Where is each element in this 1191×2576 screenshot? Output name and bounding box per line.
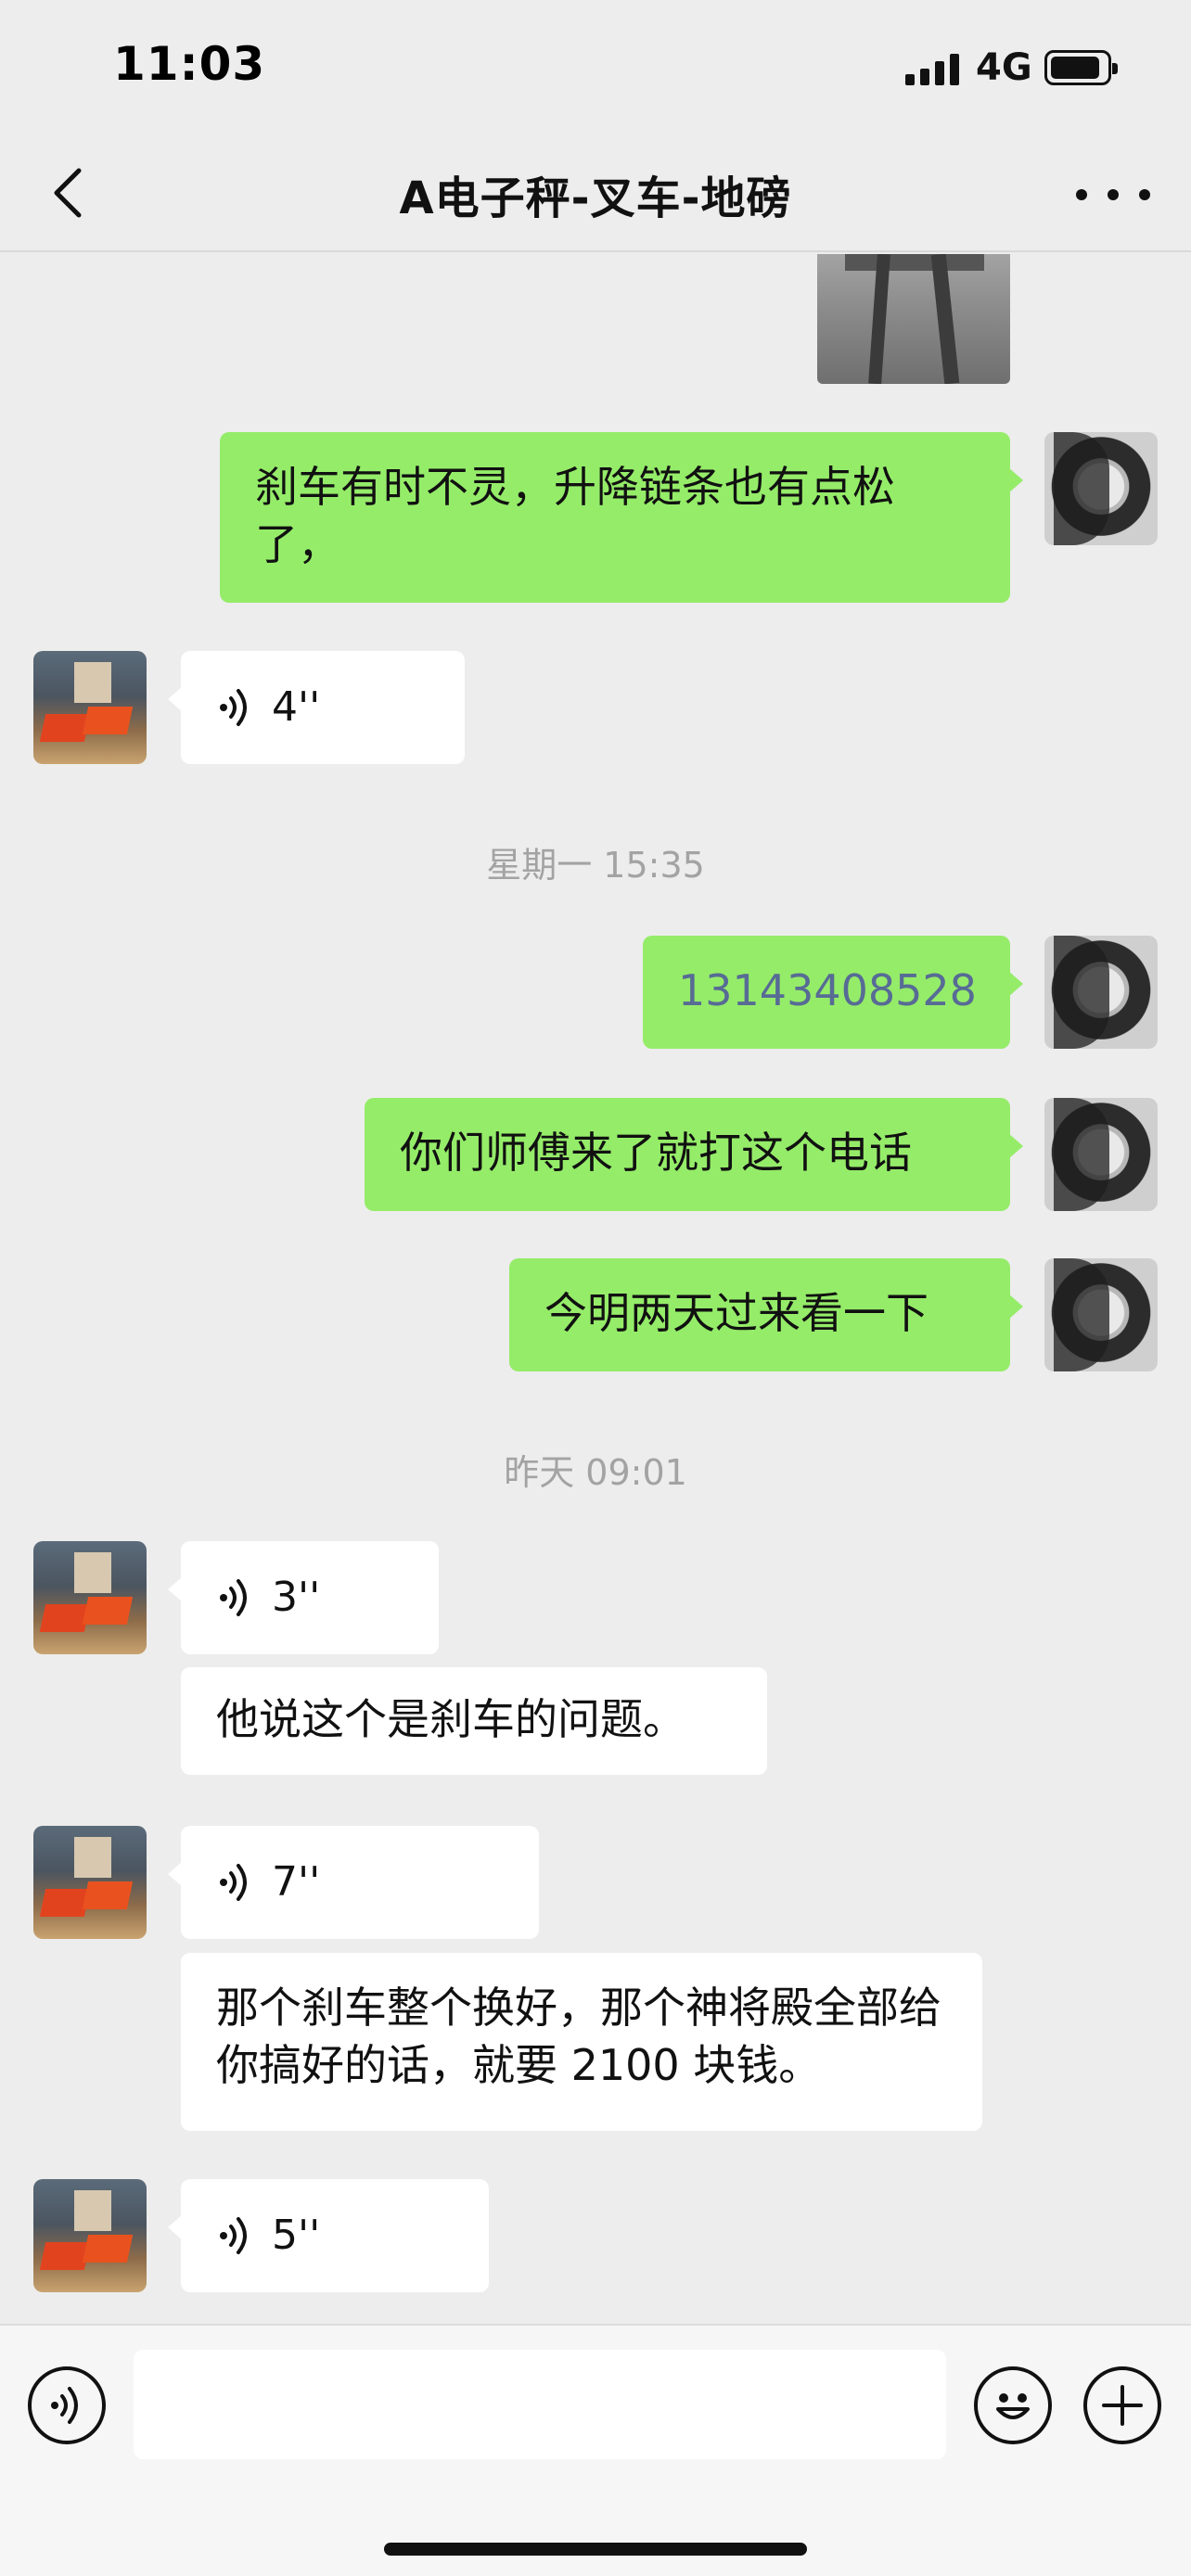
voice-message[interactable]: 3'' bbox=[168, 1541, 439, 1654]
contact-avatar[interactable] bbox=[33, 651, 147, 764]
message-text: 刹车有时不灵，升降链条也有点松了， bbox=[255, 462, 895, 569]
voice-icon bbox=[220, 1579, 247, 1616]
message-input[interactable] bbox=[134, 2350, 946, 2459]
emoji-button[interactable] bbox=[974, 2366, 1052, 2444]
contact-message-bubble[interactable]: 他说这个是刹车的问题。 bbox=[181, 1667, 767, 1775]
contact-avatar[interactable] bbox=[33, 2179, 147, 2292]
status-bar: 11:03 4G bbox=[0, 0, 1191, 139]
voice-icon bbox=[220, 1864, 247, 1901]
my-avatar[interactable] bbox=[1044, 1098, 1158, 1211]
message-list[interactable]: 刹车有时不灵，升降链条也有点松了， 4'' 星期一 15:35 13143408… bbox=[0, 254, 1191, 2322]
image-message[interactable] bbox=[817, 254, 1010, 384]
voice-input-button[interactable] bbox=[28, 2366, 106, 2444]
my-message-bubble[interactable]: 今明两天过来看一下 bbox=[509, 1258, 1023, 1371]
voice-input-icon bbox=[51, 2387, 78, 2424]
my-message-bubble[interactable]: 13143408528 bbox=[643, 936, 1023, 1049]
voice-duration: 3'' bbox=[272, 1574, 321, 1621]
plus-button[interactable] bbox=[1083, 2366, 1161, 2444]
chevron-left-icon bbox=[54, 168, 82, 218]
status-time: 11:03 bbox=[113, 37, 266, 91]
message-text: 今明两天过来看一下 bbox=[544, 1288, 928, 1338]
voice-duration: 7'' bbox=[272, 1858, 321, 1906]
contact-avatar[interactable] bbox=[33, 1541, 147, 1654]
voice-icon bbox=[220, 2217, 247, 2254]
timestamp: 星期一 15:35 bbox=[486, 845, 705, 886]
input-bar bbox=[0, 2324, 1191, 2576]
chat-title: A电子秤-叉车-地磅 bbox=[399, 172, 792, 224]
battery-icon bbox=[1044, 50, 1118, 85]
phone-number-link[interactable]: 13143408528 bbox=[643, 936, 1010, 1045]
emoji-icon bbox=[996, 2393, 1030, 2419]
voice-message[interactable]: 7'' bbox=[168, 1826, 539, 1939]
plus-icon bbox=[1102, 2385, 1143, 2426]
more-icon bbox=[1076, 189, 1087, 200]
voice-message[interactable]: 4'' bbox=[168, 651, 465, 764]
signal-icon bbox=[905, 54, 961, 85]
more-button[interactable] bbox=[1076, 176, 1150, 213]
back-button[interactable] bbox=[37, 163, 96, 223]
contact-message-bubble[interactable]: 那个刹车整个换好，那个神将殿全部给你搞好的话，就要 2100 块钱。 bbox=[181, 1953, 982, 2131]
message-text: 你们师傅来了就打这个电话 bbox=[400, 1128, 912, 1178]
my-message-bubble[interactable]: 你们师傅来了就打这个电话 bbox=[365, 1098, 1023, 1211]
home-indicator[interactable] bbox=[384, 2543, 807, 2556]
my-avatar[interactable] bbox=[1044, 432, 1158, 545]
network-type: 4G bbox=[976, 46, 1032, 89]
my-avatar[interactable] bbox=[1044, 1258, 1158, 1371]
voice-message[interactable]: 5'' bbox=[168, 2179, 489, 2292]
message-text: 他说这个是刹车的问题。 bbox=[216, 1694, 685, 1744]
my-avatar[interactable] bbox=[1044, 936, 1158, 1049]
voice-icon bbox=[220, 689, 247, 726]
voice-duration: 4'' bbox=[272, 683, 321, 731]
contact-avatar[interactable] bbox=[33, 1826, 147, 1939]
voice-duration: 5'' bbox=[272, 2212, 321, 2259]
chat-header: A电子秤-叉车-地磅 bbox=[0, 139, 1191, 252]
timestamp: 昨天 09:01 bbox=[504, 1452, 687, 1493]
message-text: 那个刹车整个换好，那个神将殿全部给你搞好的话，就要 2100 块钱。 bbox=[216, 1983, 941, 2090]
my-message-bubble[interactable]: 刹车有时不灵，升降链条也有点松了， bbox=[220, 432, 1023, 603]
